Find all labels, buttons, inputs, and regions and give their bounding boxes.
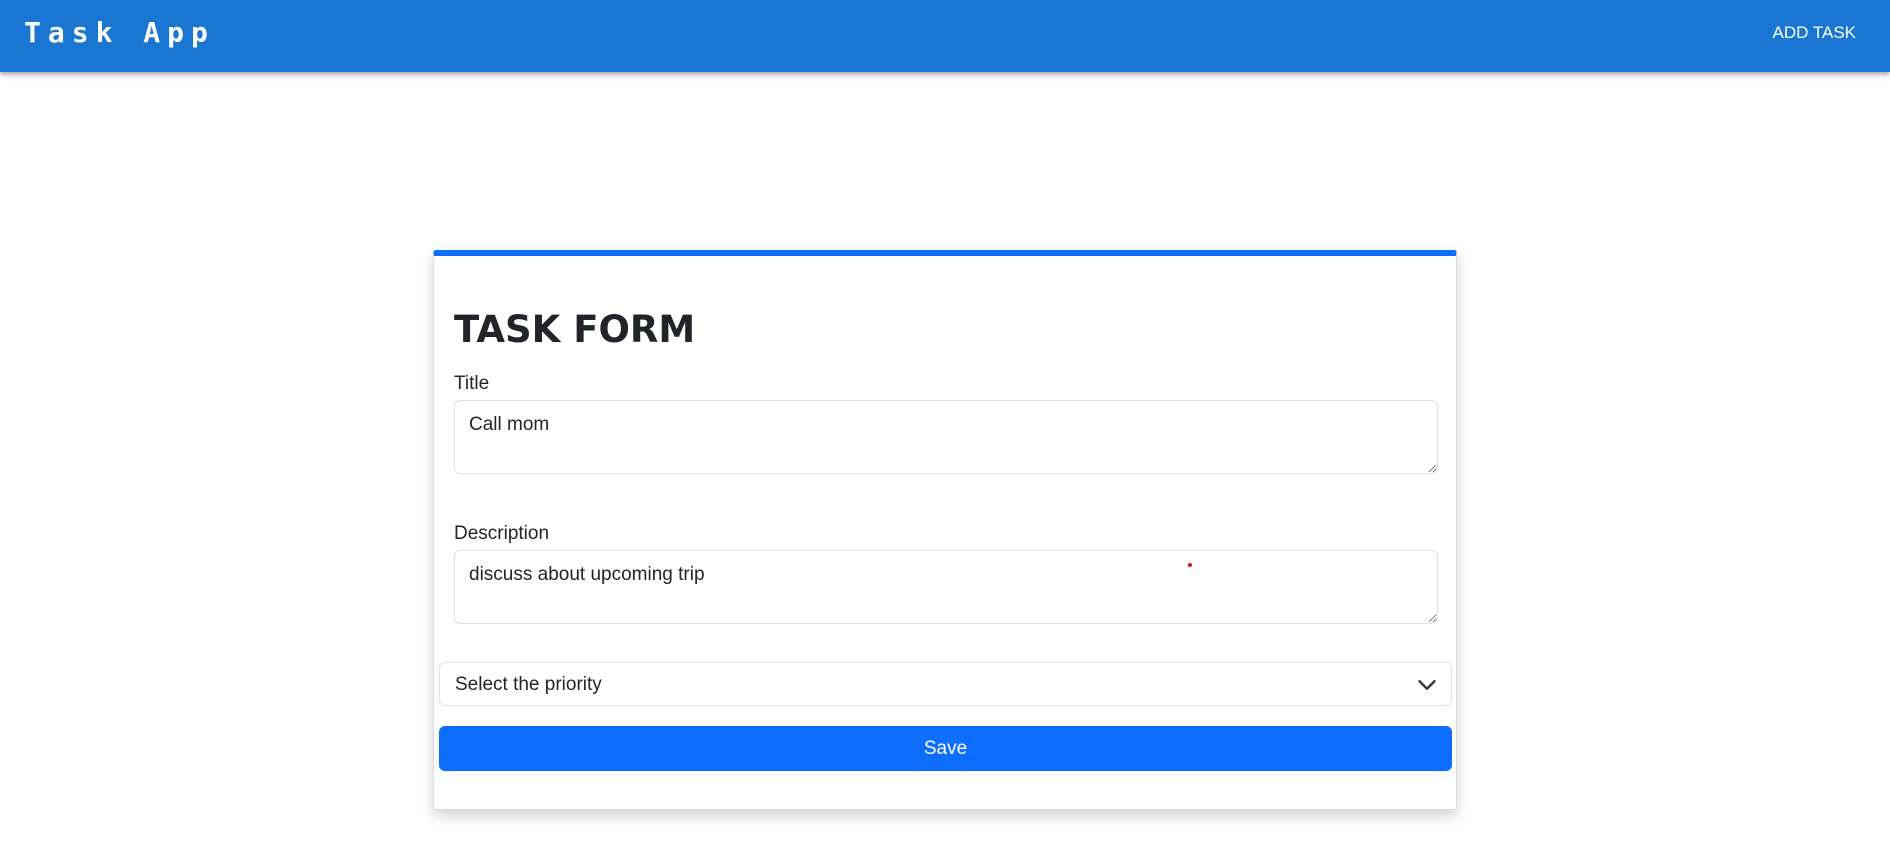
add-task-button[interactable]: ADD TASK xyxy=(1767,18,1862,48)
priority-select-value: Select the priority xyxy=(455,674,602,695)
description-input[interactable]: discuss about upcoming trip xyxy=(454,550,1438,624)
priority-select[interactable]: Select the priority xyxy=(439,662,1452,706)
app-brand: Task App xyxy=(24,16,215,49)
app-bar: Task App ADD TASK xyxy=(0,0,1890,72)
form-heading: TASK FORM xyxy=(454,308,696,351)
save-button[interactable]: Save xyxy=(439,726,1452,771)
mouse-pointer-dot xyxy=(1188,563,1192,567)
title-label: Title xyxy=(454,373,490,394)
task-form-card: TASK FORM Title Call mom Description dis… xyxy=(433,250,1457,810)
description-label: Description xyxy=(454,523,550,544)
chevron-down-icon xyxy=(1418,680,1436,690)
title-input[interactable]: Call mom xyxy=(454,400,1438,474)
